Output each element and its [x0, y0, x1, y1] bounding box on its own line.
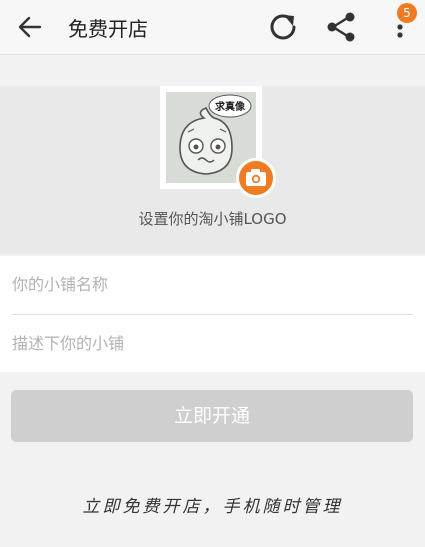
- arrow-left-icon: [18, 16, 42, 38]
- refresh-icon: [270, 14, 296, 40]
- shop-form: [0, 256, 425, 372]
- back-button[interactable]: [14, 11, 46, 43]
- refresh-button[interactable]: [264, 8, 302, 46]
- page-title: 免费开店: [68, 17, 148, 41]
- shop-description-input[interactable]: [0, 315, 425, 372]
- share-icon: [327, 12, 355, 42]
- logo-label: 设置你的淘小铺LOGO: [138, 210, 287, 228]
- camera-icon: [246, 169, 266, 186]
- shop-name-input[interactable]: [0, 256, 425, 313]
- camera-button[interactable]: [236, 158, 276, 198]
- share-button[interactable]: [322, 8, 360, 46]
- logo-section: 求真像 设置你的淘小铺LOGO: [0, 86, 425, 254]
- notification-badge: 5: [397, 3, 417, 23]
- slogan-text: 立即免费开店，手机随时管理: [82, 497, 343, 517]
- top-bar: 免费开店 5: [0, 0, 425, 55]
- bubble-text: 求真像: [215, 100, 246, 113]
- open-shop-button[interactable]: 立即开通: [11, 390, 413, 442]
